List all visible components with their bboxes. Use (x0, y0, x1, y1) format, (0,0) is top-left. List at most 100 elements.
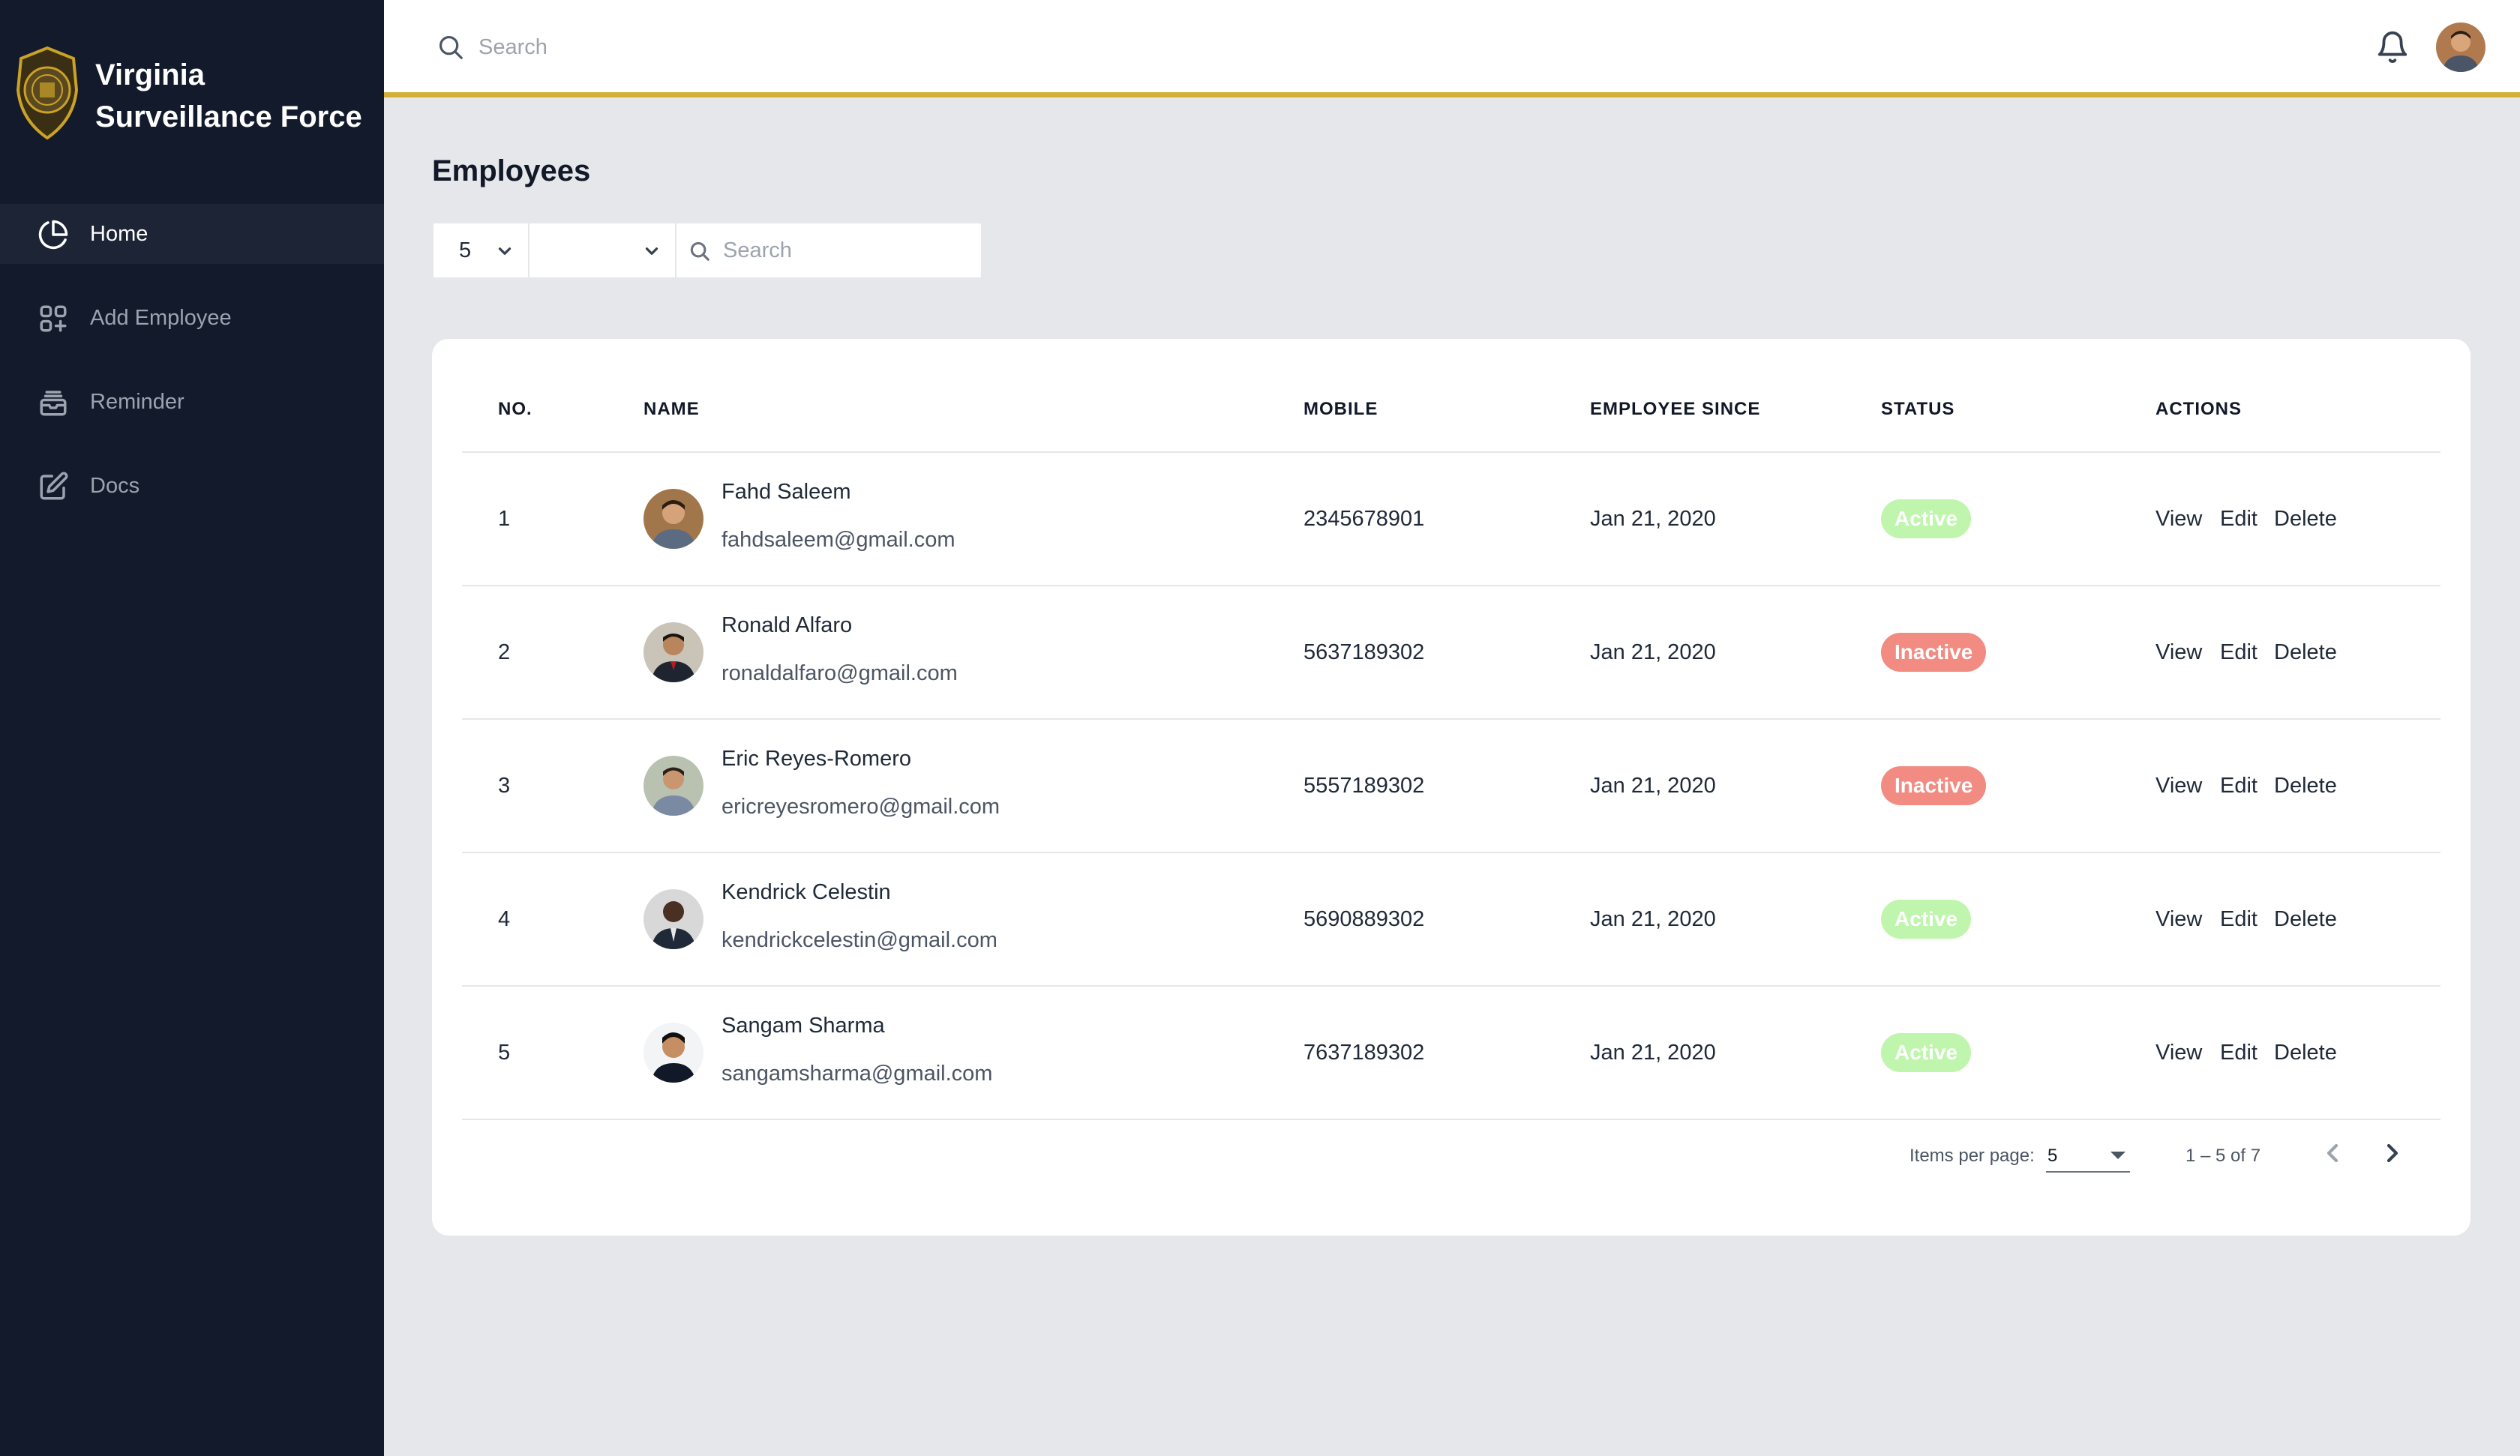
employee-avatar (644, 489, 704, 549)
chevron-down-icon (498, 247, 512, 255)
sidebar: Virginia Surveillance Force Home Add Emp… (0, 0, 384, 1456)
employee-email: fahdsaleem@gmail.com (722, 528, 956, 552)
chevron-down-icon (645, 247, 658, 255)
table-row: 4 Kendrick Celestin kendrickcelestin@gma… (462, 853, 2440, 987)
employee-avatar (644, 756, 704, 816)
pagination-range: 1 – 5 of 7 (2186, 1146, 2261, 1166)
employee-mobile: 5690889302 (1304, 907, 1425, 931)
grid-plus-icon (40, 305, 67, 332)
column-header-mobile: MOBILE (1304, 399, 1378, 419)
view-button[interactable]: View (2156, 507, 2202, 532)
edit-button[interactable]: Edit (2220, 774, 2258, 798)
table-search-input[interactable] (723, 234, 970, 267)
archive-icon (40, 391, 67, 416)
chevron-right-icon[interactable] (2378, 1138, 2408, 1168)
table-row: 3 Eric Reyes-Romero ericreyesromero@gmai… (462, 720, 2440, 853)
row-number: 3 (498, 774, 511, 798)
edit-document-icon (40, 472, 68, 500)
delete-button[interactable]: Delete (2274, 907, 2337, 932)
top-bar (384, 0, 2520, 97)
employee-since: Jan 21, 2020 (1590, 907, 1716, 931)
column-header-no: NO. (498, 399, 532, 419)
employee-email: ericreyesromero@gmail.com (722, 795, 1000, 819)
brand: Virginia Surveillance Force (0, 0, 384, 202)
global-search-input[interactable] (478, 28, 928, 66)
page-size-select[interactable]: 5 (434, 223, 530, 277)
status-badge: Active (1881, 499, 1972, 538)
employee-email: sangamsharma@gmail.com (722, 1062, 993, 1086)
search-icon (690, 241, 710, 261)
employee-name: Sangam Sharma (722, 1014, 885, 1038)
employee-since: Jan 21, 2020 (1590, 1041, 1716, 1065)
sidebar-item-label: Reminder (90, 389, 184, 414)
sidebar-item-reminder[interactable]: Reminder (0, 372, 384, 432)
employee-name: Eric Reyes-Romero (722, 747, 911, 771)
employee-name: Fahd Saleem (722, 480, 851, 504)
row-number: 1 (498, 507, 511, 531)
table-header: NO. NAME MOBILE EMPLOYEE SINCE STATUS AC… (462, 339, 2440, 453)
delete-button[interactable]: Delete (2274, 1041, 2337, 1065)
search-icon (439, 35, 463, 59)
table-row: 5 Sangam Sharma sangamsharma@gmail.com 7… (462, 987, 2440, 1120)
row-number: 2 (498, 640, 511, 664)
employee-name: Kendrick Celestin (722, 880, 891, 904)
delete-button[interactable]: Delete (2274, 640, 2337, 665)
view-button[interactable]: View (2156, 774, 2202, 798)
items-per-page-select[interactable]: 5 (2046, 1138, 2130, 1173)
page-size-value: 5 (459, 238, 472, 262)
employee-avatar (644, 1023, 704, 1083)
sidebar-item-label: Home (90, 221, 148, 246)
filter-bar: 5 (432, 222, 982, 279)
view-button[interactable]: View (2156, 640, 2202, 665)
pie-chart-icon (38, 220, 68, 250)
column-header-name: NAME (644, 399, 700, 419)
employee-email: ronaldalfaro@gmail.com (722, 661, 958, 685)
column-header-actions: ACTIONS (2156, 399, 2242, 419)
employee-since: Jan 21, 2020 (1590, 774, 1716, 798)
employee-name: Ronald Alfaro (722, 613, 853, 637)
bell-icon[interactable] (2375, 30, 2410, 64)
edit-button[interactable]: Edit (2220, 507, 2258, 532)
pagination: Items per page: 5 1 – 5 of 7 (432, 1111, 2470, 1194)
edit-button[interactable]: Edit (2220, 640, 2258, 665)
employee-mobile: 5637189302 (1304, 640, 1425, 664)
police-badge-logo (16, 46, 79, 140)
view-button[interactable]: View (2156, 1041, 2202, 1065)
status-badge: Active (1881, 900, 1972, 939)
status-badge: Inactive (1881, 633, 1987, 672)
view-button[interactable]: View (2156, 907, 2202, 932)
employees-card: NO. NAME MOBILE EMPLOYEE SINCE STATUS AC… (432, 339, 2470, 1236)
employee-avatar (644, 889, 704, 949)
dropdown-arrow-icon (2110, 1152, 2126, 1159)
page-title: Employees (432, 154, 591, 187)
row-number: 4 (498, 907, 511, 931)
column-header-status: STATUS (1881, 399, 1955, 419)
employee-since: Jan 21, 2020 (1590, 640, 1716, 664)
status-badge: Inactive (1881, 766, 1987, 805)
chevron-left-icon[interactable] (2318, 1138, 2348, 1168)
sidebar-item-label: Docs (90, 473, 140, 498)
column-header-since: EMPLOYEE SINCE (1590, 399, 1761, 419)
avatar-image (2436, 22, 2486, 72)
status-filter-select[interactable] (530, 223, 676, 277)
edit-button[interactable]: Edit (2220, 907, 2258, 932)
brand-title: Virginia Surveillance Force (95, 58, 362, 133)
table-row: 2 Ronald Alfaro ronaldalfaro@gmail.com 5… (462, 586, 2440, 720)
status-badge: Active (1881, 1033, 1972, 1072)
table-search (676, 223, 981, 277)
edit-button[interactable]: Edit (2220, 1041, 2258, 1065)
delete-button[interactable]: Delete (2274, 507, 2337, 532)
sidebar-item-docs[interactable]: Docs (0, 456, 384, 516)
employee-avatar (644, 622, 704, 682)
delete-button[interactable]: Delete (2274, 774, 2337, 798)
employee-since: Jan 21, 2020 (1590, 507, 1716, 531)
items-per-page-label: Items per page: (1910, 1146, 2035, 1166)
employee-mobile: 7637189302 (1304, 1041, 1425, 1065)
sidebar-item-home[interactable]: Home (0, 204, 384, 264)
employee-mobile: 5557189302 (1304, 774, 1425, 798)
items-per-page-value: 5 (2048, 1146, 2058, 1166)
user-avatar[interactable] (2436, 22, 2486, 72)
sidebar-item-add-employee[interactable]: Add Employee (0, 288, 384, 348)
row-number: 5 (498, 1041, 511, 1065)
sidebar-item-label: Add Employee (90, 305, 232, 330)
